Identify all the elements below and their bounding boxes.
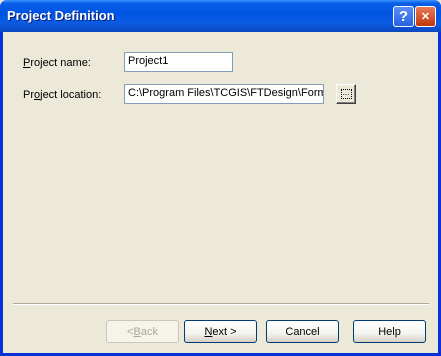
browse-folder-icon: ... [340, 89, 352, 99]
next-button[interactable]: Next > [184, 320, 257, 343]
footer-divider [13, 303, 429, 305]
help-icon: ? [398, 8, 409, 25]
project-name-input[interactable]: Project1 [124, 52, 233, 72]
title-close-button[interactable]: ✕ [415, 6, 436, 27]
title-help-button[interactable]: ? [393, 6, 414, 27]
window-title: Project Definition [7, 8, 115, 23]
cancel-button[interactable]: Cancel [266, 320, 339, 343]
title-bar[interactable]: Project Definition ? ✕ [0, 0, 441, 32]
project-location-label: Project location: [23, 89, 102, 101]
project-location-input[interactable]: C:\Program Files\TCGIS\FTDesign\Forms [124, 84, 324, 104]
project-name-label: Project name: [23, 57, 91, 69]
close-icon: ✕ [420, 11, 431, 23]
dialog-body: Project name: Project1 Project location:… [3, 32, 438, 353]
help-button[interactable]: Help [353, 320, 426, 343]
back-button[interactable]: < Back [106, 320, 179, 343]
browse-location-button[interactable]: ... [336, 84, 356, 104]
project-definition-window: Project Definition ? ✕ Project name: Pro… [0, 0, 441, 356]
